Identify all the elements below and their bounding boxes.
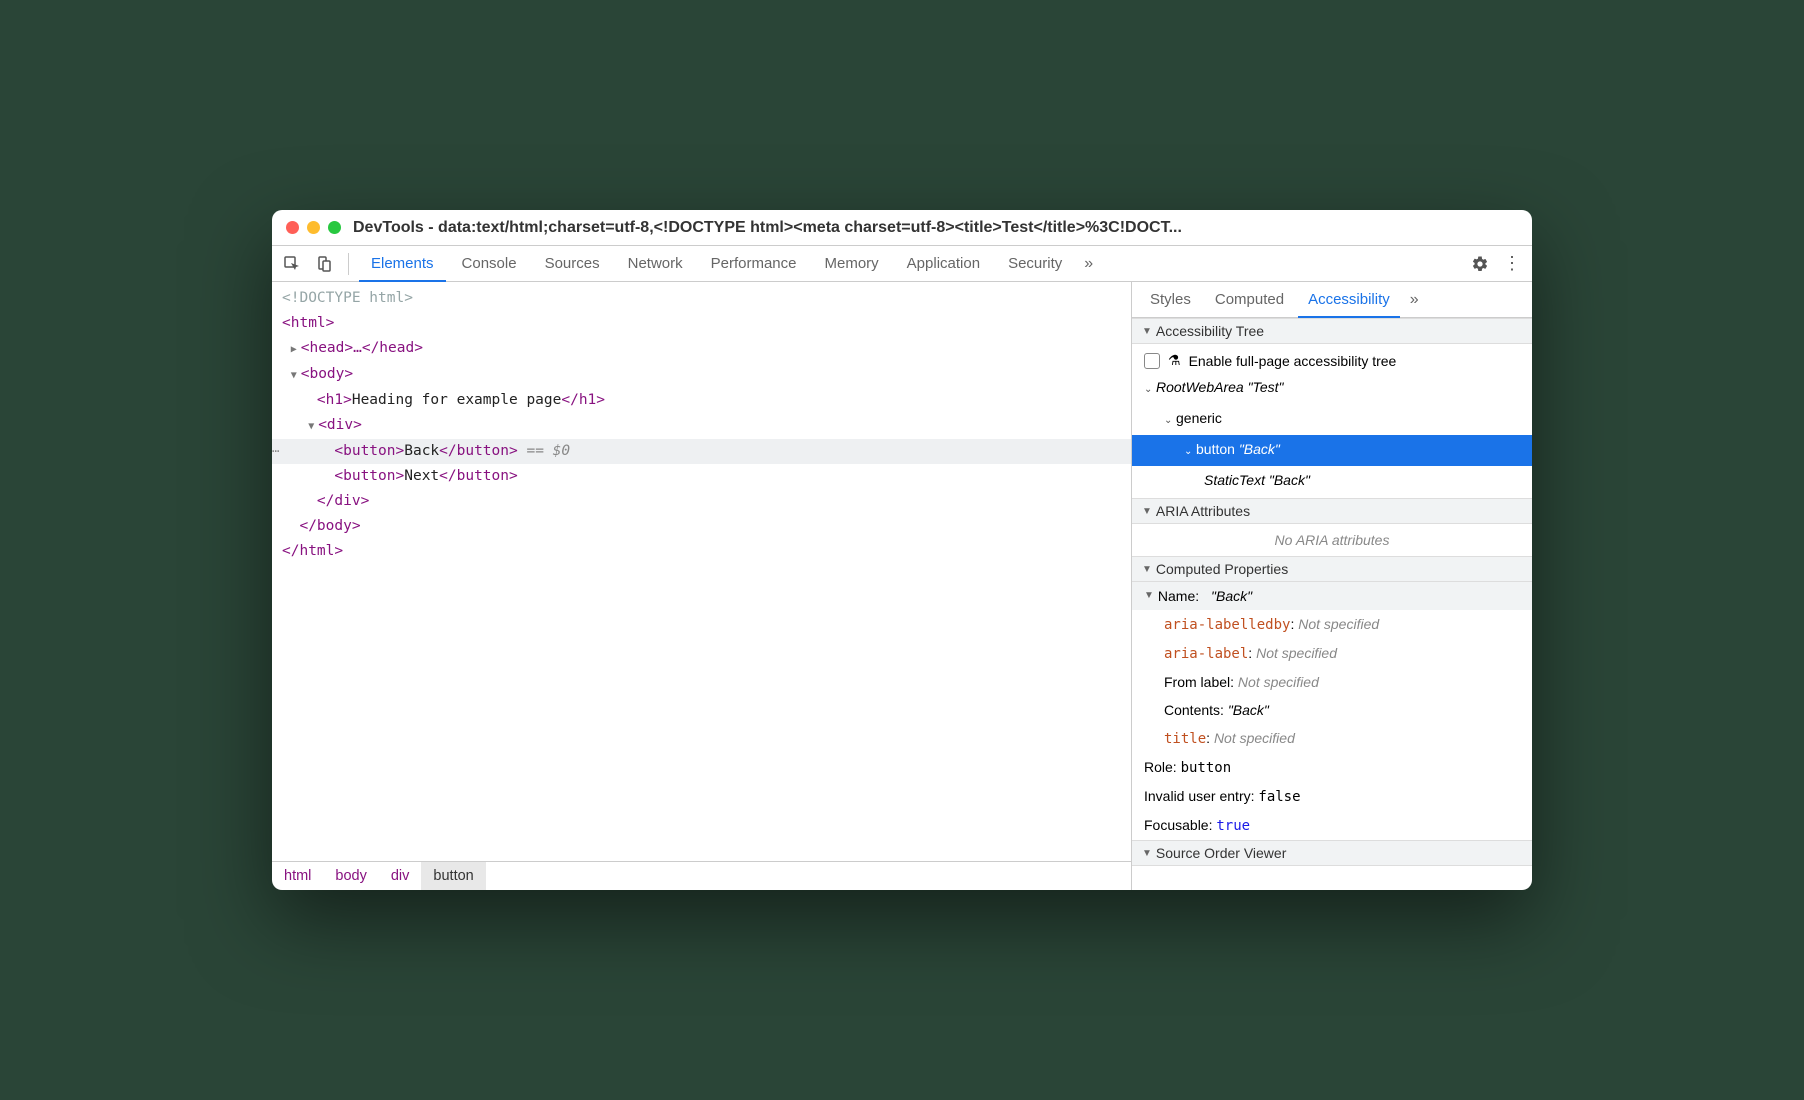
tab-elements[interactable]: Elements: [359, 247, 446, 282]
devtools-window: DevTools - data:text/html;charset=utf-8,…: [272, 210, 1532, 890]
content: <!DOCTYPE html> <html> ▶<head>…</head> ▼…: [272, 282, 1532, 890]
tree-button-selected[interactable]: ⌄button "Back": [1132, 435, 1532, 466]
section-source-order[interactable]: ▼Source Order Viewer: [1132, 840, 1532, 866]
flask-icon: ⚗: [1168, 352, 1181, 369]
tree-statictext[interactable]: StaticText "Back": [1132, 466, 1532, 494]
tab-console[interactable]: Console: [450, 247, 529, 280]
tab-security[interactable]: Security: [996, 247, 1074, 280]
doctype: <!DOCTYPE html>: [282, 290, 413, 306]
section-acc-tree[interactable]: ▼Accessibility Tree: [1132, 318, 1532, 344]
crumb-div[interactable]: div: [379, 862, 422, 890]
prop-invalid: Invalid user entry: false: [1132, 782, 1532, 811]
body-open[interactable]: <body>: [301, 366, 353, 382]
close-icon[interactable]: [286, 221, 299, 234]
prop-role: Role: button: [1132, 753, 1532, 782]
elements-panel: <!DOCTYPE html> <html> ▶<head>…</head> ▼…: [272, 282, 1132, 890]
inspect-icon[interactable]: [278, 250, 306, 278]
tab-application[interactable]: Application: [895, 247, 992, 280]
tab-performance[interactable]: Performance: [699, 247, 809, 280]
tab-memory[interactable]: Memory: [813, 247, 891, 280]
kebab-icon[interactable]: ⋮: [1498, 250, 1526, 278]
enable-full-tree-label: Enable full-page accessibility tree: [1189, 353, 1397, 369]
window-controls: [286, 221, 341, 234]
prop-from-label: From label: Not specified: [1132, 668, 1532, 696]
head-tag[interactable]: <head>…</head>: [301, 340, 423, 356]
prop-labelledby: aria-labelledby: Not specified: [1132, 610, 1532, 639]
expand-icon[interactable]: ▶: [291, 337, 301, 362]
collapse-icon: ▼: [1142, 848, 1152, 859]
computed-name[interactable]: ▼Name: "Back": [1132, 582, 1532, 610]
more-tabs-icon[interactable]: »: [1078, 255, 1099, 273]
enable-full-tree-row[interactable]: ⚗ Enable full-page accessibility tree: [1132, 348, 1532, 373]
collapse-icon: ▼: [1142, 506, 1152, 517]
tab-accessibility[interactable]: Accessibility: [1298, 283, 1400, 318]
tree-generic[interactable]: ⌄generic: [1132, 404, 1532, 435]
tab-sources[interactable]: Sources: [533, 247, 612, 280]
gear-icon[interactable]: [1466, 250, 1494, 278]
div-open[interactable]: <div>: [318, 417, 362, 433]
prop-title: title: Not specified: [1132, 724, 1532, 753]
minimize-icon[interactable]: [307, 221, 320, 234]
crumb-button[interactable]: button: [421, 862, 485, 890]
collapse-icon: ▼: [1144, 584, 1154, 608]
tab-styles[interactable]: Styles: [1140, 283, 1201, 316]
collapse-icon: ▼: [1142, 564, 1152, 575]
zoom-icon[interactable]: [328, 221, 341, 234]
separator: [348, 253, 349, 275]
prop-aria-label: aria-label: Not specified: [1132, 639, 1532, 668]
collapse-icon[interactable]: ▼: [308, 414, 318, 439]
breadcrumb: html body div button: [272, 861, 1131, 890]
collapse-icon: ▼: [1142, 326, 1152, 337]
tab-computed[interactable]: Computed: [1205, 283, 1294, 316]
dom-tree[interactable]: <!DOCTYPE html> <html> ▶<head>…</head> ▼…: [272, 282, 1131, 861]
aria-empty: No ARIA attributes: [1132, 524, 1532, 556]
more-tabs-icon[interactable]: »: [1404, 291, 1425, 309]
collapse-icon[interactable]: ▼: [291, 363, 301, 388]
prop-focusable: Focusable: true: [1132, 811, 1532, 840]
sidebar: Styles Computed Accessibility » ▼Accessi…: [1132, 282, 1532, 890]
sidebar-tabs: Styles Computed Accessibility »: [1132, 282, 1532, 318]
tab-network[interactable]: Network: [616, 247, 695, 280]
selected-node[interactable]: <button>Back</button> == $0: [272, 439, 1131, 464]
titlebar: DevTools - data:text/html;charset=utf-8,…: [272, 210, 1532, 246]
crumb-body[interactable]: body: [323, 862, 378, 890]
crumb-html[interactable]: html: [272, 862, 323, 890]
section-computed[interactable]: ▼Computed Properties: [1132, 556, 1532, 582]
html-open[interactable]: <html>: [282, 315, 334, 331]
checkbox[interactable]: [1144, 353, 1160, 369]
tree-root[interactable]: ⌄RootWebArea "Test": [1132, 373, 1532, 404]
device-icon[interactable]: [310, 250, 338, 278]
section-aria[interactable]: ▼ARIA Attributes: [1132, 498, 1532, 524]
window-title: DevTools - data:text/html;charset=utf-8,…: [353, 219, 1518, 237]
prop-contents: Contents: "Back": [1132, 696, 1532, 724]
main-tabs: Elements Console Sources Network Perform…: [272, 246, 1532, 282]
